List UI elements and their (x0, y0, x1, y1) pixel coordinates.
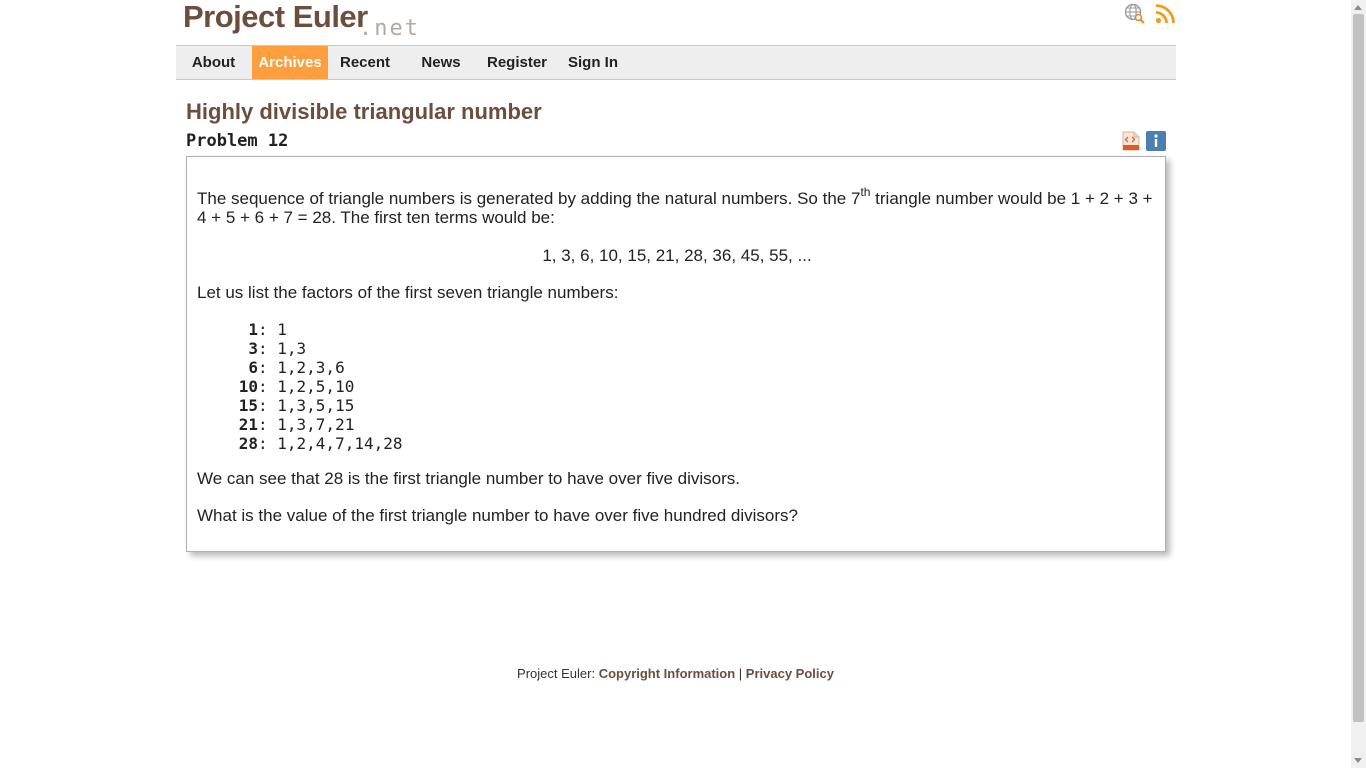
problem-paragraph-intro: The sequence of triangle numbers is gene… (197, 185, 1157, 227)
superscript-th: th (860, 185, 871, 199)
factor-row: 3: 1,3 (217, 339, 403, 358)
page: Project Euler .net About Archives Recent… (0, 0, 1366, 768)
factor-values: 1,3,5,15 (277, 396, 355, 415)
scroll-down-arrow-icon[interactable] (1354, 758, 1362, 763)
logo-text[interactable]: Project Euler (183, 0, 368, 34)
intro-text-start: The sequence of triangle numbers is gene… (197, 189, 861, 208)
factor-values: 1,3 (277, 339, 307, 358)
scrollbar-thumb[interactable] (1353, 14, 1364, 722)
factor-values: 1 (277, 320, 287, 339)
site-footer: Project Euler: Copyright Information | P… (0, 666, 1351, 681)
factors-list: 1: 1 3: 1,3 6: 1,2,3,6 10: 1,2,5,10 15: … (217, 320, 403, 453)
triangle-sequence: 1, 3, 6, 10, 15, 21, 28, 36, 45, 55, ... (542, 246, 812, 265)
problem-paragraph-factors-intro: Let us list the factors of the first sev… (197, 283, 619, 302)
factor-number: 15 (238, 396, 258, 415)
factor-row: 15: 1,3,5,15 (217, 396, 403, 415)
factor-number: 6 (248, 358, 258, 377)
factor-number: 3 (248, 339, 258, 358)
footer-separator: | (735, 666, 746, 681)
site-header: Project Euler .net (176, 0, 1176, 46)
factor-values: 1,2,3,6 (277, 358, 345, 377)
privacy-policy-link[interactable]: Privacy Policy (746, 666, 834, 681)
problem-question: What is the value of the first triangle … (197, 506, 798, 525)
main-nav: About Archives Recent News Register Sign… (176, 45, 1176, 80)
copyright-link[interactable]: Copyright Information (599, 666, 736, 681)
rss-icon[interactable] (1155, 3, 1176, 24)
nav-archives[interactable]: Archives (252, 46, 328, 79)
factor-number: 1 (248, 320, 258, 339)
factor-row: 6: 1,2,3,6 (217, 358, 403, 377)
factor-values: 1,3,7,21 (277, 415, 355, 434)
problem-content: The sequence of triangle numbers is gene… (186, 156, 1166, 552)
problem-paragraph-observation: We can see that 28 is the first triangle… (197, 469, 741, 488)
factor-values: 1,2,5,10 (277, 377, 355, 396)
factor-row: 10: 1,2,5,10 (217, 377, 403, 396)
footer-prefix: Project Euler: (517, 666, 599, 681)
logo-net-text: .net (359, 16, 420, 41)
factor-number: 28 (238, 434, 258, 453)
problem-number: Problem 12 (186, 131, 289, 151)
nav-about[interactable]: About (183, 46, 244, 79)
globe-search-icon[interactable] (1124, 3, 1145, 24)
problem-title: Highly divisible triangular number (186, 99, 542, 124)
nav-news[interactable]: News (412, 46, 470, 79)
factor-row: 21: 1,3,7,21 (217, 415, 403, 434)
nav-sign-in[interactable]: Sign In (562, 46, 624, 79)
nav-recent[interactable]: Recent (334, 46, 396, 79)
nav-register[interactable]: Register (482, 46, 552, 79)
info-icon[interactable] (1146, 131, 1166, 151)
factor-values: 1,2,4,7,14,28 (277, 434, 403, 453)
scroll-up-arrow-icon[interactable] (1354, 5, 1362, 10)
vertical-scrollbar[interactable] (1351, 0, 1366, 768)
factor-number: 10 (238, 377, 258, 396)
factor-row: 28: 1,2,4,7,14,28 (217, 434, 403, 453)
factor-number: 21 (238, 415, 258, 434)
html-source-icon[interactable] (1121, 131, 1141, 151)
factor-row: 1: 1 (217, 320, 403, 339)
